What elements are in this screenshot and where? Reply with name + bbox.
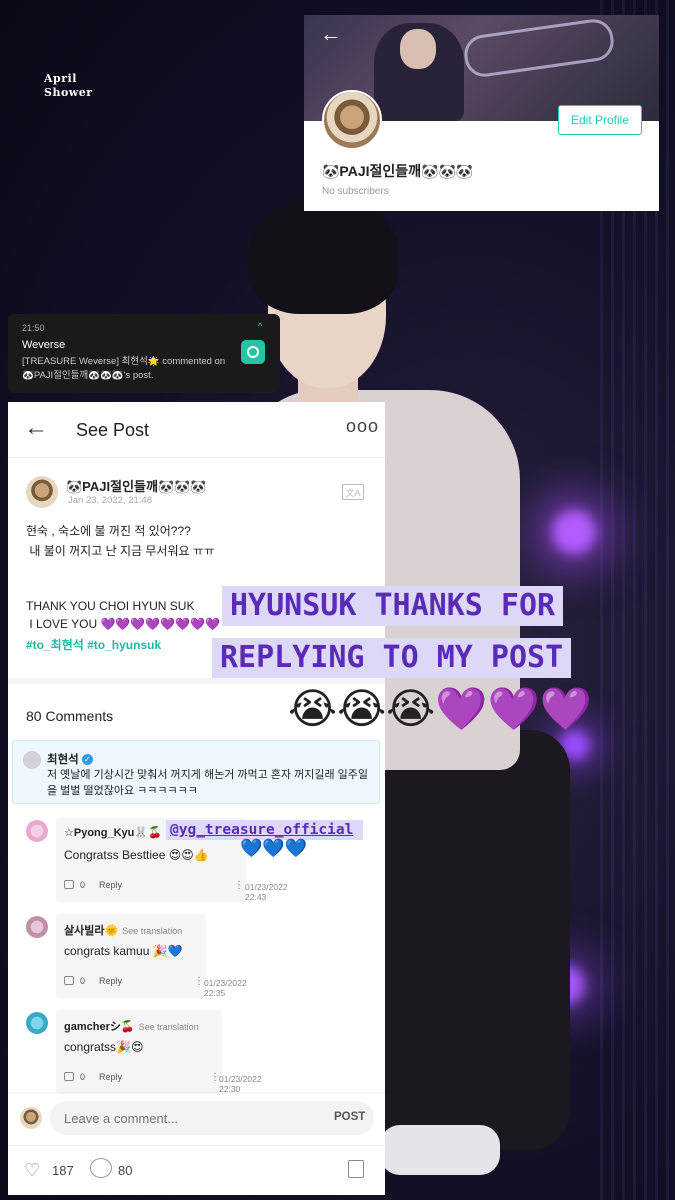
author-name[interactable]: 🐼PAJI절인들깨🐼🐼🐼 [66, 476, 207, 495]
artist-comment-text: 저 옛날에 기상시간 맞춰서 꺼지게 해논거 까먹고 혼자 꺼지길래 일주일을 … [47, 769, 368, 797]
comment-actions: 0 Reply [64, 1072, 122, 1082]
like-icon[interactable]: ♡ [24, 1160, 40, 1181]
arrow-left-icon[interactable]: ← [320, 21, 342, 47]
artist-comment: 최현석 ✓ 저 옛날에 기상시간 맞춰서 꺼지게 해논거 까먹고 혼자 꺼지길래 … [12, 740, 380, 804]
comment-more-icon[interactable]: ⋮ [194, 976, 204, 987]
like-icon[interactable] [64, 880, 74, 889]
notification-body: [TREASURE Weverse] 최현석🌟 commented on 🐼PA… [22, 356, 226, 381]
profile-name: 🐼PAJI절인들깨🐼🐼🐼 [322, 163, 474, 179]
post-text-line: 내 불이 꺼지고 난 지금 무서워요 ㅠㅠ [26, 544, 215, 558]
comment-more-icon[interactable]: ⋮ [234, 880, 244, 891]
caption-line: REPLYING TO MY POST [212, 638, 572, 678]
bookmark-icon[interactable] [348, 1160, 364, 1178]
comment-timestamp: 01/23/2022 22:30 [219, 1074, 262, 1094]
comment-timestamp: 01/23/2022 22:35 [204, 978, 247, 998]
notification-app-name: Weverse [22, 339, 66, 351]
caption-emoji: 😭😭😭💜💜💜 [288, 685, 593, 732]
like-count: 187 [52, 1163, 74, 1178]
my-avatar [20, 1107, 42, 1129]
comment-timestamp: 01/23/2022 22:43 [245, 882, 288, 902]
post-action-bar: ♡ 187 80 [8, 1145, 385, 1195]
caption-line: HYUNSUK THANKS FOR [222, 586, 564, 626]
notification-time: 21:50 [22, 323, 45, 333]
reply-button[interactable]: Reply [99, 1072, 122, 1082]
mention-hearts: 💙💙💙 [240, 838, 308, 858]
like-icon[interactable] [64, 1072, 74, 1081]
translate-icon[interactable]: 文A [342, 484, 364, 500]
comment-bubble: 살사빌라🌞 See translation congrats kamuu 🎉💙 0… [56, 914, 206, 998]
like-icon[interactable] [64, 976, 74, 985]
avatar[interactable] [26, 1012, 48, 1034]
author-avatar[interactable] [26, 476, 58, 508]
april-shower-logo: April Shower [44, 72, 93, 99]
edit-profile-button[interactable]: Edit Profile [558, 105, 642, 135]
post-text-line: THANK YOU CHOI HYUN SUK [26, 599, 195, 613]
commenter-name: 살사빌라🌞 See translation [64, 925, 183, 937]
profile-avatar[interactable] [322, 90, 382, 150]
comment-count: 80 [118, 1163, 133, 1178]
avatar[interactable] [26, 820, 48, 842]
weverse-app-icon [241, 340, 265, 364]
comment-actions: 0 Reply [64, 976, 122, 986]
post-hashtags[interactable]: #to_최현석 #to_hyunsuk [26, 636, 161, 653]
post-header: ← See Post ooo [8, 402, 385, 458]
subscriber-count: No subscribers [322, 186, 389, 197]
verified-badge-icon: ✓ [81, 754, 93, 765]
commenter-name: gamcherシ🍒 See translation [64, 1021, 199, 1033]
comments-count: 80 Comments [26, 708, 114, 724]
post-text-line: I LOVE YOU 💜💜💜💜💜💜💜💜 [26, 617, 221, 631]
comment-text: congratss🎉😍 [64, 1040, 144, 1054]
artist-name: 최현석 ✓ [47, 751, 93, 767]
comment-text: Congratss Besttiee 😍😍👍 [64, 848, 209, 862]
reply-button[interactable]: Reply [99, 880, 122, 890]
avatar[interactable] [26, 916, 48, 938]
reply-button[interactable]: Reply [99, 976, 122, 986]
profile-card: ← Edit Profile 🐼PAJI절인들깨🐼🐼🐼 No subscribe… [304, 15, 659, 211]
comment-input[interactable] [50, 1101, 374, 1135]
comment-actions: 0 Reply [64, 880, 122, 890]
mention-tag: @yg_treasure_official [166, 820, 364, 840]
more-options-icon[interactable]: ooo [346, 416, 379, 437]
post-comment-button[interactable]: POST [334, 1111, 365, 1123]
comment-bubble: gamcherシ🍒 See translation congratss🎉😍 0 Re… [56, 1010, 222, 1094]
post-text-line: 현숙 , 숙소에 불 꺼진 적 있어??? [26, 524, 191, 538]
comment-text: congrats kamuu 🎉💙 [64, 944, 183, 958]
post-date: Jan 23, 2022, 21:48 [68, 495, 152, 506]
page-title: See Post [76, 420, 150, 440]
commenter-name: ☆Pyong_Kyu🐰🍒 [64, 827, 162, 839]
post-panel: ← See Post ooo 🐼PAJI절인들깨🐼🐼🐼 Jan 23, 2022… [8, 402, 385, 1195]
push-notification[interactable]: 21:50 ^ Weverse [TREASURE Weverse] 최현석🌟 … [8, 314, 280, 393]
chevron-up-icon[interactable]: ^ [258, 321, 262, 331]
comment-composer: POST [8, 1092, 385, 1142]
comment-icon[interactable] [90, 1158, 112, 1178]
avatar[interactable] [23, 751, 41, 769]
back-arrow-icon[interactable]: ← [24, 414, 48, 442]
